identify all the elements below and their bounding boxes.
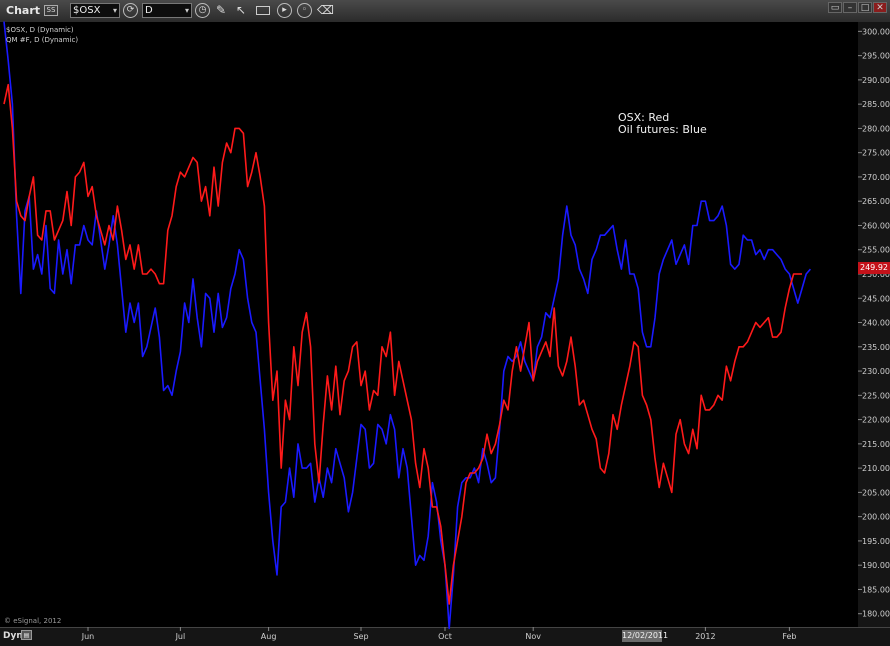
y-tick-label: 290.00 (862, 76, 890, 85)
annotation-oil: Oil futures: Blue (618, 123, 707, 136)
x-tick-label: Sep (353, 632, 368, 641)
dynamic-mode-label[interactable]: Dyn (3, 631, 23, 641)
y-tick-label: 195.00 (862, 537, 890, 546)
x-tick-label: Jul (175, 632, 186, 641)
x-tick-label: Oct (438, 632, 452, 641)
y-tick-label: 220.00 (862, 416, 890, 425)
x-tick-label: 2012 (695, 632, 715, 641)
y-tick-label: 235.00 (862, 343, 890, 352)
y-tick-label: 200.00 (862, 513, 890, 522)
price-chart: 180.00 185.00 190.00 195.00 200.00 205.00 210.… (3, 21, 890, 641)
y-tick-label: 180.00 (862, 610, 890, 619)
x-tick-label: Aug (261, 632, 277, 641)
y-tick-label: 280.00 (862, 124, 890, 133)
y-tick-label: 185.00 (862, 585, 890, 594)
y-tick-label: 245.00 (862, 294, 890, 303)
y-tick-label: 275.00 (862, 149, 890, 158)
last-value-label: 249.92 (858, 262, 890, 274)
y-tick-label: 295.00 (862, 52, 890, 61)
y-tick-label: 285.00 (862, 100, 890, 109)
series-line-oil (3, 21, 812, 630)
y-tick-label: 230.00 (862, 367, 890, 376)
y-tick-label: 240.00 (862, 319, 890, 328)
y-tick-label: 300.00 (862, 27, 890, 36)
x-tick-label: Nov (525, 632, 541, 641)
legend-oil: QM #F, D (Dynamic) (6, 36, 79, 44)
y-tick-label: 205.00 (862, 488, 890, 497)
series-line-osx (3, 83, 802, 605)
y-tick-label: 215.00 (862, 440, 890, 449)
x-tick-label: Feb (782, 632, 796, 641)
y-tick-label: 210.00 (862, 464, 890, 473)
copyright-text: © eSignal, 2012 (4, 617, 62, 625)
x-tick-label: Jun (81, 632, 95, 641)
y-tick-label: 255.00 (862, 246, 890, 255)
y-tick-label: 265.00 (862, 197, 890, 206)
y-tick-label: 225.00 (862, 391, 890, 400)
scale-icon[interactable]: ▤ (21, 630, 32, 640)
crosshair-date: 12/02/2011 (622, 630, 669, 642)
legend-osx: $OSX, D (Dynamic) (6, 26, 74, 34)
y-tick-label: 190.00 (862, 561, 890, 570)
y-tick-label: 260.00 (862, 221, 890, 230)
y-tick-label: 270.00 (862, 173, 890, 182)
